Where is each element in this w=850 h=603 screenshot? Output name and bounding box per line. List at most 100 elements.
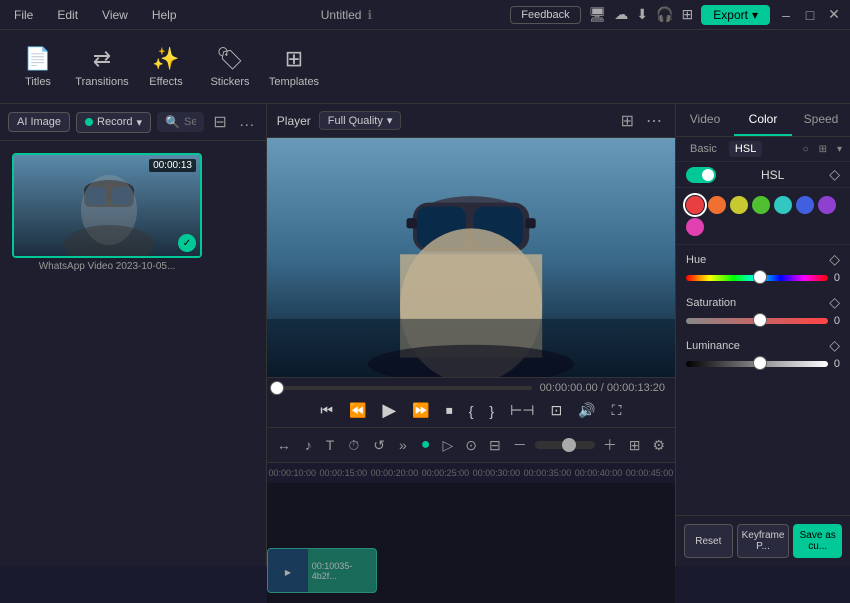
sub-tab-more[interactable]: ○ [803,144,809,155]
reset-button[interactable]: Reset [684,524,733,558]
monitor-icon: 🖥 [589,6,607,23]
color-dot-yellow[interactable] [730,196,748,214]
clip-thumbnail: ▶ [268,549,308,592]
zoom-knob[interactable] [562,438,576,452]
forward-icon[interactable]: ▷ [438,435,457,456]
timeline-tool-3[interactable]: ⏱ [344,435,363,456]
hue-keyframe-icon[interactable]: ◇ [829,251,840,268]
more-tools-icon[interactable]: » [395,435,411,455]
frame-forward-button[interactable]: ⏩ [408,400,433,421]
timeline-tool-6[interactable]: ⊟ [485,435,505,456]
hue-knob[interactable] [753,270,767,284]
menu-help[interactable]: Help [146,6,183,24]
luminance-knob[interactable] [753,356,767,370]
expand-icon[interactable]: ⊞ [618,109,637,133]
tab-speed[interactable]: Speed [792,104,850,136]
timeline-tool-4[interactable]: ↺ [369,435,389,456]
menu-view[interactable]: View [96,6,134,24]
zoom-in-icon[interactable]: ＋ [599,433,621,457]
close-button[interactable]: ✕ [826,7,842,23]
tool-effects[interactable]: ✨ Effects [136,35,196,99]
media-thumbnail[interactable]: 00:00:13 ✓ [12,153,202,258]
color-dots-row [676,188,850,245]
maximize-button[interactable]: □ [802,7,818,23]
media-item[interactable]: 00:00:13 ✓ WhatsApp Video 2023-10-05... [12,153,202,272]
sub-tab-hsl[interactable]: HSL [729,141,762,157]
tool-templates[interactable]: ⊞ Templates [264,35,324,99]
hsl-label: HSL [761,168,784,182]
color-dot-red[interactable] [686,196,704,214]
timeline-tool-1[interactable]: ↔ [273,435,295,455]
chevron-down-subtab[interactable]: ▾ [837,144,842,155]
color-dot-green[interactable] [752,196,770,214]
color-dot-cyan[interactable] [774,196,792,214]
titlebar-center: Untitled ℹ [321,8,372,22]
layout-icon[interactable]: ⊞ [625,435,645,456]
sub-tabs: Basic HSL ○ ⊞ ▾ [676,137,850,162]
progress-bar[interactable] [277,386,532,390]
luminance-slider[interactable] [686,361,828,367]
ruler-mark-4: 00:00:30:00 [471,468,522,478]
zoom-slider[interactable] [535,441,595,449]
play-button[interactable]: ▶ [378,398,400,423]
record-button[interactable]: Record ▾ [76,112,151,133]
search-input[interactable] [184,116,196,128]
color-dot-purple[interactable] [818,196,836,214]
volume-button[interactable]: 🔊 [574,400,599,421]
export-button[interactable]: Export ▾ [701,5,770,25]
mark-out-button[interactable]: } [485,401,498,421]
step-back-button[interactable]: ⏮ [316,400,337,421]
more-player-icon[interactable]: ⋯ [643,109,665,133]
hue-slider[interactable] [686,275,828,281]
fullscreen-button[interactable]: ⛶ [608,400,626,421]
control-buttons: ⏮ ⏪ ▶ ⏩ ⏹ { } ⊢⊣ ⊡ 🔊 ⛶ [277,398,665,423]
zoom-out-icon[interactable]: － [509,433,531,457]
sub-tab-columns[interactable]: ⊞ [819,144,827,155]
tab-video[interactable]: Video [676,104,734,136]
mark-in-button[interactable]: { [465,401,478,421]
saturation-slider[interactable] [686,318,828,324]
crop-button[interactable]: ⊡ [546,400,566,421]
luminance-keyframe-icon[interactable]: ◇ [829,337,840,354]
tool-titles[interactable]: 📄 Titles [8,35,68,99]
color-dot-blue[interactable] [796,196,814,214]
saturation-keyframe-icon[interactable]: ◇ [829,294,840,311]
player-toolbar-left: Player Full Quality ▾ [277,111,402,130]
text-tool[interactable]: T [322,435,339,455]
keyframe-button[interactable]: Keyframe P... [737,524,790,558]
center-column: Player Full Quality ▾ ⊞ ⋯ [267,104,675,566]
stop-button[interactable]: ⏹ [442,400,457,421]
tab-color[interactable]: Color [734,104,792,136]
tool-stickers[interactable]: 🏷 Stickers [200,35,260,99]
saturation-knob[interactable] [753,313,767,327]
templates-icon: ⊞ [285,46,303,72]
hsl-toggle[interactable] [686,167,716,183]
quality-selector[interactable]: Full Quality ▾ [319,111,402,130]
hue-label: Hue [686,254,706,266]
filter-icon[interactable]: ⊟ [210,110,229,134]
sub-tab-basic[interactable]: Basic [684,141,723,157]
progress-knob[interactable] [270,381,284,395]
ruler-mark-3: 00:00:25:00 [420,468,471,478]
player-label: Player [277,114,311,128]
timeline-clip[interactable]: ▶ 00:10035-4b2f... [267,548,377,593]
settings-icon[interactable]: ⚙ [648,435,669,456]
ai-image-button[interactable]: AI Image [8,112,70,132]
frame-back-button[interactable]: ⏪ [345,400,370,421]
timeline-tool-2[interactable]: ♪ [301,435,316,455]
menu-file[interactable]: File [8,6,39,24]
split-button[interactable]: ⊢⊣ [506,400,538,421]
tool-transitions[interactable]: ⇄ Transitions [72,35,132,99]
feedback-button[interactable]: Feedback [510,6,580,24]
save-custom-button[interactable]: Save as cu... [793,524,842,558]
color-dot-orange[interactable] [708,196,726,214]
more-options-icon[interactable]: … [236,111,258,133]
record-dot-icon [85,118,93,126]
player-panel: Player Full Quality ▾ ⊞ ⋯ [267,104,675,427]
menu-edit[interactable]: Edit [51,6,84,24]
hsl-keyframe-icon[interactable]: ◇ [829,166,840,183]
search-input-wrap[interactable]: 🔍 [157,112,204,132]
timeline-tool-5[interactable]: ⊙ [461,435,481,456]
minimize-button[interactable]: – [778,7,794,23]
color-dot-pink[interactable] [686,218,704,236]
